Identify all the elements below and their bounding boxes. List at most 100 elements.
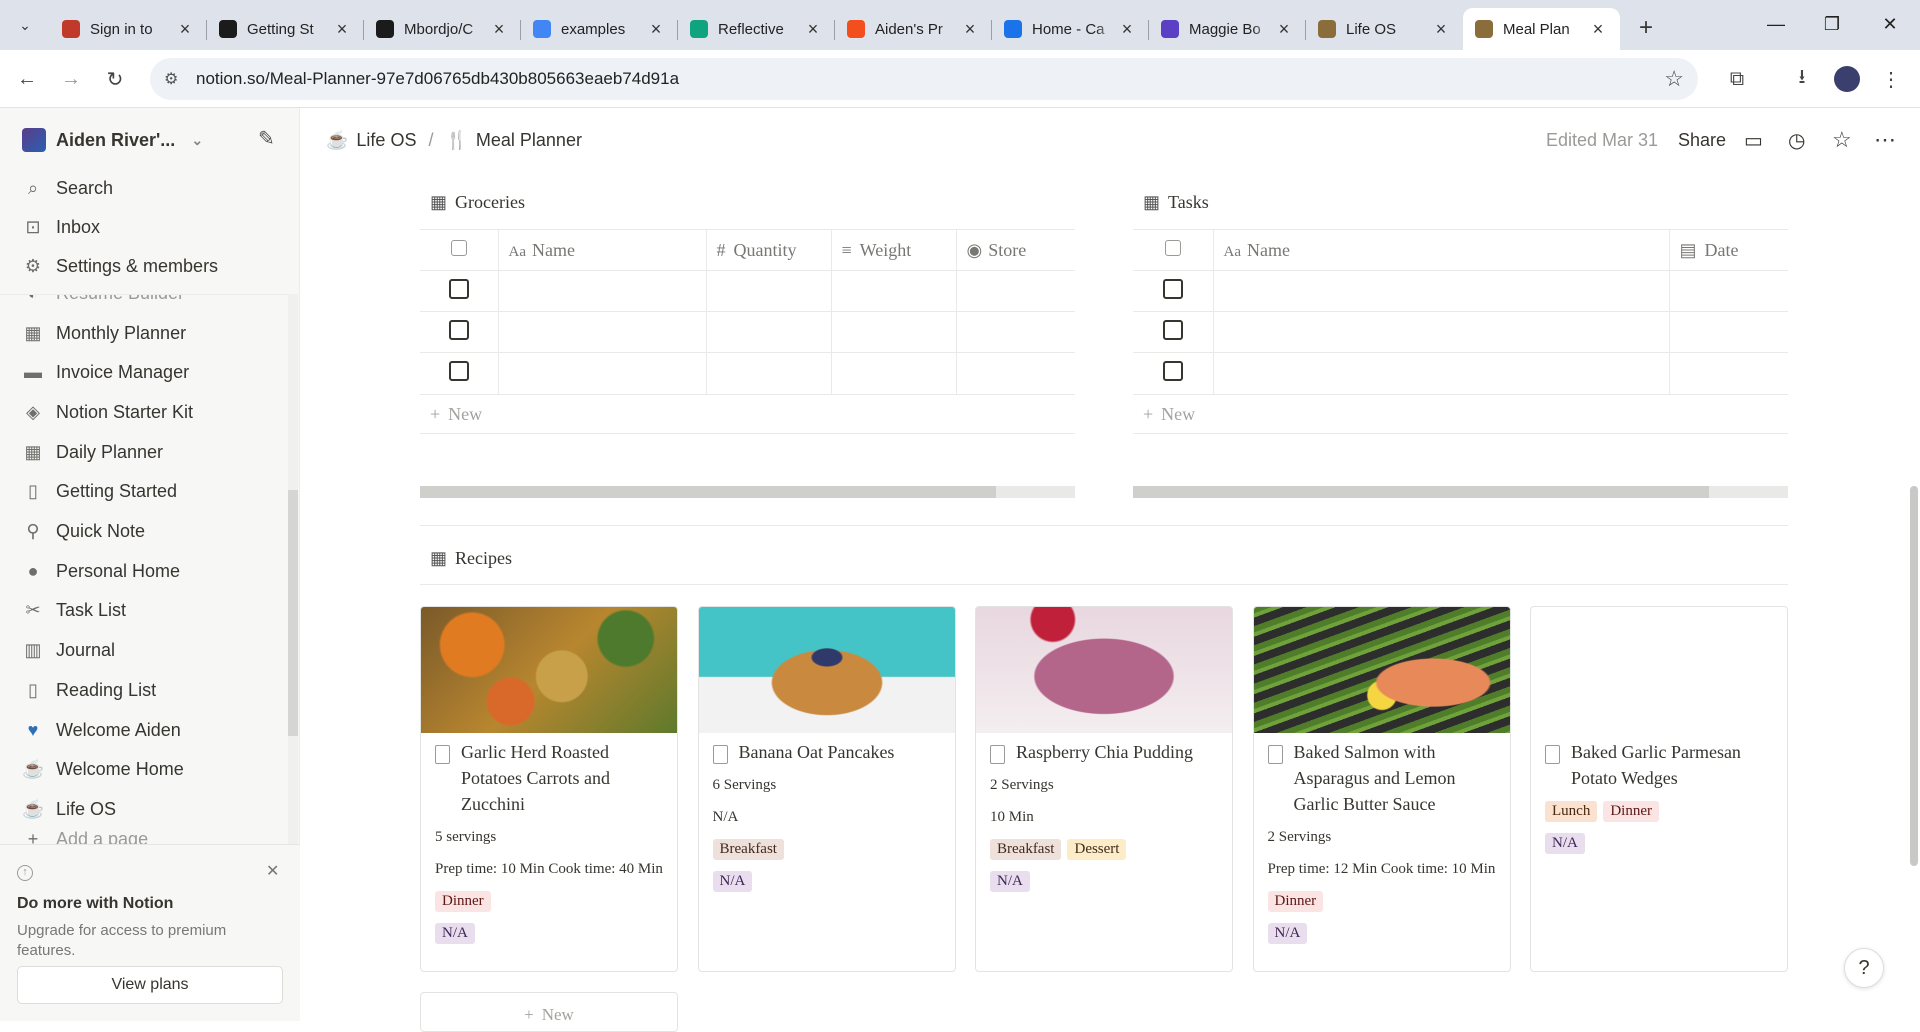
recipe-card[interactable]: Baked Garlic Parmesan Potato Wedges Lunch… xyxy=(1530,606,1788,972)
new-page-icon[interactable]: ✎ xyxy=(258,126,275,151)
page-scroll-thumb[interactable] xyxy=(1910,486,1918,866)
sidebar-inbox[interactable]: ⊡ Inbox xyxy=(22,213,100,241)
sidebar-search[interactable]: ⌕ Search xyxy=(22,174,113,202)
tab-close-icon[interactable]: × xyxy=(646,19,666,40)
row-checkbox[interactable] xyxy=(1162,278,1183,299)
browser-tab[interactable]: Getting St × xyxy=(207,8,364,50)
history-icon[interactable]: ◷ xyxy=(1788,108,1805,172)
browser-tab[interactable]: Sign in to × xyxy=(50,8,207,50)
table-row[interactable] xyxy=(1133,270,1788,312)
recipes-header[interactable]: ▦ Recipes xyxy=(430,548,512,569)
restore-icon[interactable]: ❐ xyxy=(1812,8,1852,40)
sidebar-page-item[interactable]: ◈ Notion Starter Kit xyxy=(22,398,193,426)
tasks-new-row[interactable]: + New xyxy=(1133,394,1788,434)
site-info-icon[interactable]: ⚙ xyxy=(164,69,178,89)
tab-search-icon[interactable]: ⌄ xyxy=(12,12,38,38)
breadcrumb-current[interactable]: Meal Planner xyxy=(476,130,582,151)
recipe-card[interactable]: Raspberry Chia Pudding 2 Servings 10 Min Br… xyxy=(975,606,1233,972)
tasks-scrollbar[interactable] xyxy=(1133,486,1788,498)
row-checkbox[interactable] xyxy=(448,278,469,299)
row-checkbox[interactable] xyxy=(1162,360,1183,381)
breadcrumb-parent[interactable]: Life OS xyxy=(356,130,416,151)
back-button[interactable]: ← xyxy=(12,64,42,94)
browser-tab[interactable]: examples × xyxy=(521,8,678,50)
browser-tab[interactable]: Reflective × xyxy=(678,8,835,50)
tab-close-icon[interactable]: × xyxy=(489,19,509,40)
sidebar-page-item[interactable]: ⚲ Quick Note xyxy=(22,518,145,546)
tab-close-icon[interactable]: × xyxy=(1431,19,1451,40)
page-scrollbar[interactable] xyxy=(1908,172,1920,1021)
sidebar-page-item[interactable]: ▥ Journal xyxy=(22,637,115,665)
help-button[interactable]: ? xyxy=(1844,948,1884,988)
sidebar-page-item[interactable]: ☕ Life OS xyxy=(22,795,116,823)
forward-button[interactable]: → xyxy=(56,64,86,94)
table-row[interactable] xyxy=(420,352,1075,394)
browser-tab[interactable]: Aiden's Pr × xyxy=(835,8,992,50)
column-header-quantity[interactable]: # Quantity xyxy=(706,229,832,271)
tab-close-icon[interactable]: × xyxy=(1588,19,1608,40)
tasks-header[interactable]: ▦ Tasks xyxy=(1143,192,1209,213)
browser-tab[interactable]: Life OS × xyxy=(1306,8,1463,50)
sidebar-page-item[interactable]: ▦ Monthly Planner xyxy=(22,319,186,347)
tab-close-icon[interactable]: × xyxy=(175,19,195,40)
browser-menu-icon[interactable]: ⋮ xyxy=(1876,64,1906,94)
groceries-scroll-thumb[interactable] xyxy=(420,486,997,498)
groceries-header[interactable]: ▦ Groceries xyxy=(430,192,525,213)
sidebar-page-item[interactable]: ▯ Getting Started xyxy=(22,478,177,506)
bookmark-star-icon[interactable]: ☆ xyxy=(1664,66,1684,92)
table-row[interactable] xyxy=(1133,352,1788,394)
tab-close-icon[interactable]: × xyxy=(1117,19,1137,40)
recipe-card[interactable]: Baked Salmon with Asparagus and Lemon Ga… xyxy=(1252,606,1511,972)
sidebar-scroll-thumb[interactable] xyxy=(288,490,298,736)
browser-tab[interactable]: Maggie Bo × xyxy=(1149,8,1306,50)
profile-avatar[interactable] xyxy=(1834,66,1860,92)
address-bar[interactable]: ⚙ notion.so/Meal-Planner-97e7d06765db430… xyxy=(150,58,1698,100)
close-window-icon[interactable]: ✕ xyxy=(1870,8,1910,40)
row-checkbox[interactable] xyxy=(448,319,469,340)
sidebar-page-item[interactable]: ☕ Welcome Home xyxy=(22,756,184,784)
new-tab-button[interactable]: + xyxy=(1628,10,1664,46)
sidebar-page-item[interactable]: ♥ Welcome Aiden xyxy=(22,716,181,744)
browser-tab[interactable]: Home - Ca × xyxy=(992,8,1149,50)
table-row[interactable] xyxy=(420,270,1075,312)
row-checkbox[interactable] xyxy=(1162,319,1183,340)
sidebar-page-item[interactable]: ● Personal Home xyxy=(22,557,181,585)
tab-close-icon[interactable]: × xyxy=(332,19,352,40)
new-recipe-button[interactable]: + New xyxy=(420,992,678,1032)
tab-close-icon[interactable]: × xyxy=(1274,19,1294,40)
browser-tab[interactable]: Meal Plan × xyxy=(1463,8,1620,50)
add-page-button[interactable]: + Add a page xyxy=(22,825,148,845)
table-row[interactable] xyxy=(420,311,1075,353)
column-header-name[interactable]: Aa Name xyxy=(1213,229,1670,271)
sidebar-page-item[interactable]: ▯ Reading List xyxy=(22,676,156,704)
sidebar-item-partial[interactable]: ◐ Resume Builder xyxy=(22,295,185,307)
workspace-switcher[interactable]: Aiden River'... ⌄ xyxy=(22,128,203,152)
browser-tab[interactable]: Mbordjo/C × xyxy=(364,8,521,50)
more-options-icon[interactable]: ⋯ xyxy=(1874,108,1896,172)
share-button[interactable]: Share xyxy=(1678,108,1726,172)
table-row[interactable] xyxy=(1133,311,1788,353)
tasks-scroll-thumb[interactable] xyxy=(1133,486,1710,498)
groceries-scrollbar[interactable] xyxy=(420,486,1075,498)
row-checkbox[interactable] xyxy=(448,360,469,381)
groceries-new-row[interactable]: + New xyxy=(420,394,1075,434)
column-header-store[interactable]: ◉ Store xyxy=(956,229,1075,271)
tab-close-icon[interactable]: × xyxy=(960,19,980,40)
minimize-icon[interactable]: — xyxy=(1756,8,1796,40)
comments-icon[interactable]: ▭ xyxy=(1744,108,1763,172)
column-header-weight[interactable]: ≡ Weight xyxy=(831,229,957,271)
recipe-card[interactable]: Garlic Herd Roasted Potatoes Carrots and… xyxy=(420,606,678,972)
recipe-card[interactable]: Banana Oat Pancakes 6 Servings N/A Breakfas… xyxy=(697,606,956,972)
favorite-star-icon[interactable]: ☆ xyxy=(1832,108,1852,172)
download-icon[interactable]: ⭳ xyxy=(1787,64,1817,94)
sidebar-page-item[interactable]: ▦ Daily Planner xyxy=(22,438,163,466)
column-header-date[interactable]: ▤ Date xyxy=(1669,229,1788,271)
extensions-icon[interactable]: ⧉ xyxy=(1722,64,1752,94)
column-header-name[interactable]: Aa Name xyxy=(498,229,707,271)
sidebar-page-item[interactable]: ▬ Invoice Manager xyxy=(22,359,189,387)
view-plans-button[interactable]: View plans xyxy=(17,966,283,1004)
reload-button[interactable]: ↻ xyxy=(100,64,130,94)
sidebar-scrollbar[interactable] xyxy=(288,294,298,844)
sidebar-settings[interactable]: ⚙ Settings & members xyxy=(22,252,218,280)
url-text[interactable]: notion.so/Meal-Planner-97e7d06765db430b8… xyxy=(196,69,679,89)
